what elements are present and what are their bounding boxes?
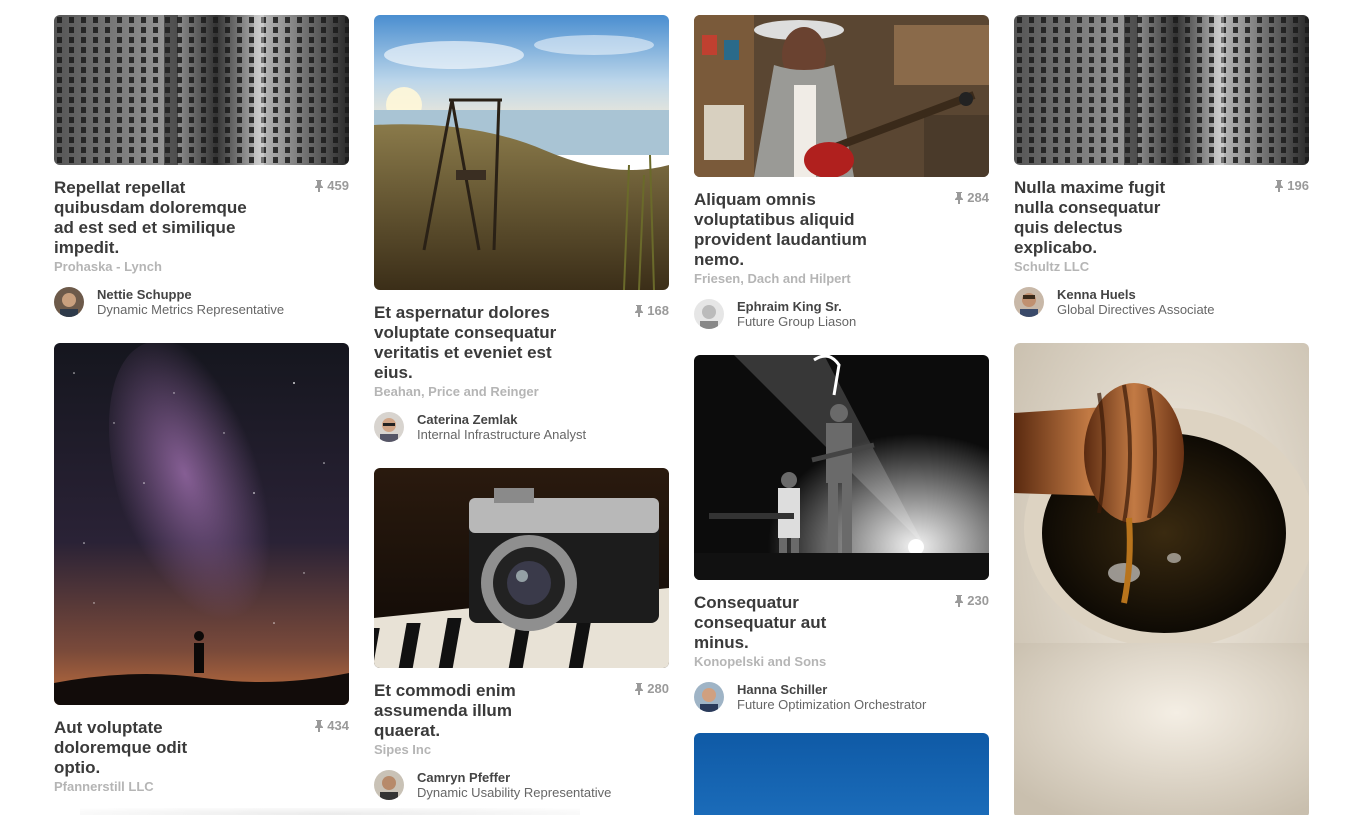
pushpin-icon — [635, 682, 644, 695]
pin-count: 280 — [634, 681, 669, 696]
author-link[interactable]: Camryn Pfeffer Dynamic Usability Represe… — [374, 770, 669, 800]
feed-column-2: Et aspernatur dolores voluptate consequa… — [374, 15, 669, 815]
card-image-building[interactable] — [54, 15, 349, 165]
pin-card: Repellat repellat quibusdam doloremque a… — [54, 15, 349, 317]
author-role: Dynamic Usability Representative — [417, 785, 612, 800]
card-meta: Aut voluptate doloremque odit optio. 434 — [54, 718, 349, 778]
card-image-night-sky[interactable] — [54, 343, 349, 705]
author-link[interactable]: Ephraim King Sr. Future Group Liason — [694, 299, 989, 329]
card-title[interactable]: Aut voluptate doloremque odit optio. — [54, 718, 224, 778]
card-image-swing-lake[interactable] — [374, 15, 669, 290]
feed-column-4: Nulla maxime fugit nulla consequatur qui… — [1014, 15, 1309, 815]
company-name: Friesen, Dach and Hilpert — [694, 271, 851, 286]
pin-card: Aut voluptate doloremque odit optio. 434… — [54, 343, 349, 795]
bottom-shadow — [80, 808, 580, 815]
pin-count: 168 — [634, 303, 669, 318]
card-image-guitar-woman[interactable] — [694, 15, 989, 177]
pin-count: 434 — [314, 718, 349, 733]
pin-count-value: 284 — [967, 190, 989, 205]
card-meta: Et commodi enim assumenda illum quaerat.… — [374, 681, 669, 741]
card-image-blue-sky[interactable] — [694, 733, 989, 815]
pin-card: Nulla maxime fugit nulla consequatur qui… — [1014, 15, 1309, 317]
card-image-building[interactable] — [1014, 15, 1309, 165]
card-meta: Consequatur consequatur aut minus. 230 — [694, 593, 989, 653]
card-title[interactable]: Et aspernatur dolores voluptate consequa… — [374, 303, 564, 383]
pin-card: Et aspernatur dolores voluptate consequa… — [374, 15, 669, 442]
author-name: Ephraim King Sr. — [737, 299, 842, 314]
feed-column-3: Aliquam omnis voluptatibus aliquid provi… — [694, 15, 989, 815]
company-name: Sipes Inc — [374, 742, 432, 757]
pin-count-value: 168 — [647, 303, 669, 318]
card-image-band-stage[interactable] — [694, 355, 989, 580]
pushpin-icon — [315, 719, 324, 732]
company-name: Konopelski and Sons — [694, 654, 827, 669]
author-name: Hanna Schiller — [737, 682, 828, 697]
author-name: Kenna Huels — [1057, 287, 1136, 302]
card-title[interactable]: Consequatur consequatur aut minus. — [694, 593, 864, 653]
author-name: Nettie Schuppe — [97, 287, 192, 302]
pushpin-icon — [955, 594, 964, 607]
pin-card: Consequatur consequatur aut minus. 230 K… — [694, 355, 989, 712]
card-meta: Et aspernatur dolores voluptate consequa… — [374, 303, 669, 383]
pin-count: 196 — [1274, 178, 1309, 193]
avatar — [694, 299, 724, 329]
card-meta: Aliquam omnis voluptatibus aliquid provi… — [694, 190, 989, 270]
author-role: Future Group Liason — [737, 314, 857, 329]
pin-count-value: 459 — [327, 178, 349, 193]
author-link[interactable]: Kenna Huels Global Directives Associate — [1014, 287, 1309, 317]
card-title[interactable]: Et commodi enim assumenda illum quaerat. — [374, 681, 544, 741]
author-role: Future Optimization Orchestrator — [737, 697, 927, 712]
pin-count: 284 — [954, 190, 989, 205]
company-name: Schultz LLC — [1014, 259, 1090, 274]
pin-card: Aliquam omnis voluptatibus aliquid provi… — [694, 15, 989, 329]
pin-card — [694, 733, 989, 815]
card-title[interactable]: Repellat repellat quibusdam doloremque a… — [54, 178, 254, 258]
pushpin-icon — [635, 304, 644, 317]
card-meta: Nulla maxime fugit nulla consequatur qui… — [1014, 178, 1309, 258]
card-image-honey[interactable] — [1014, 343, 1309, 815]
card-title[interactable]: Aliquam omnis voluptatibus aliquid provi… — [694, 190, 884, 270]
company-name: Beahan, Price and Reinger — [374, 384, 539, 399]
avatar — [54, 287, 84, 317]
card-title[interactable]: Nulla maxime fugit nulla consequatur qui… — [1014, 178, 1184, 258]
pin-count-value: 434 — [327, 718, 349, 733]
author-role: Internal Infrastructure Analyst — [417, 427, 587, 442]
pin-count-value: 280 — [647, 681, 669, 696]
avatar — [1014, 287, 1044, 317]
pushpin-icon — [955, 191, 964, 204]
feed-column-1: Repellat repellat quibusdam doloremque a… — [54, 15, 349, 815]
author-role: Global Directives Associate — [1057, 302, 1215, 317]
pin-count-value: 196 — [1287, 178, 1309, 193]
card-meta: Repellat repellat quibusdam doloremque a… — [54, 178, 349, 258]
pin-card: Et commodi enim assumenda illum quaerat.… — [374, 468, 669, 800]
author-name: Camryn Pfeffer — [417, 770, 511, 785]
pin-card — [1014, 343, 1309, 815]
pushpin-icon — [1275, 179, 1284, 192]
company-name: Prohaska - Lynch — [54, 259, 162, 274]
card-image-camera[interactable] — [374, 468, 669, 668]
pin-count-value: 230 — [967, 593, 989, 608]
avatar — [374, 770, 404, 800]
pin-count: 459 — [314, 178, 349, 193]
avatar — [374, 412, 404, 442]
author-role: Dynamic Metrics Representative — [97, 302, 285, 317]
author-link[interactable]: Caterina Zemlak Internal Infrastructure … — [374, 412, 669, 442]
author-link[interactable]: Hanna Schiller Future Optimization Orche… — [694, 682, 989, 712]
company-name: Pfannerstill LLC — [54, 779, 154, 794]
author-link[interactable]: Nettie Schuppe Dynamic Metrics Represent… — [54, 287, 349, 317]
avatar — [694, 682, 724, 712]
pin-count: 230 — [954, 593, 989, 608]
pushpin-icon — [315, 179, 324, 192]
author-name: Caterina Zemlak — [417, 412, 518, 427]
